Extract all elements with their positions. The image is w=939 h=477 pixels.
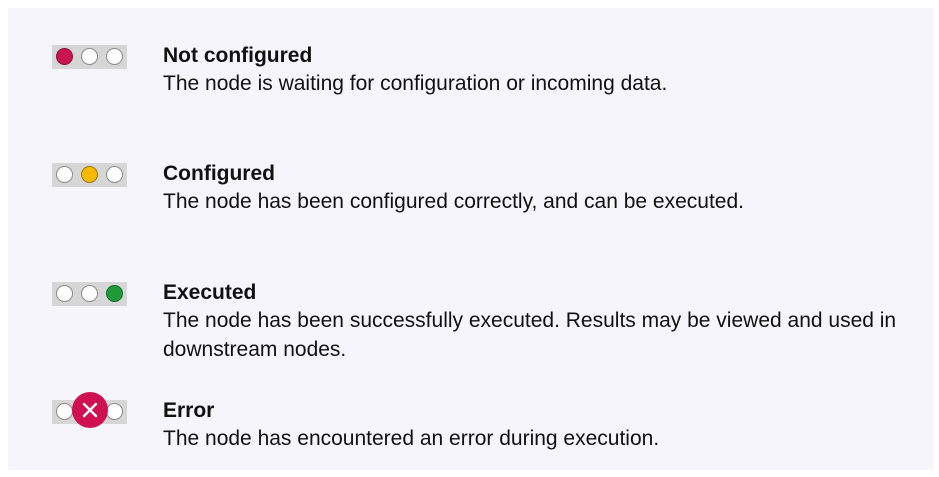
status-title: Not configured	[163, 44, 313, 67]
off-light-icon	[81, 48, 98, 65]
off-light-icon	[106, 48, 123, 65]
red-light-icon	[56, 48, 73, 65]
traffic-light-error-icon	[52, 392, 127, 428]
status-text: Error The node has encountered an error …	[163, 398, 923, 453]
off-light-icon	[106, 403, 123, 420]
traffic-light-red-icon	[52, 45, 127, 69]
status-title: Error	[163, 399, 215, 422]
traffic-light-green-icon	[52, 282, 127, 306]
status-text: Not configured The node is waiting for c…	[163, 43, 923, 98]
status-description: The node is waiting for configuration or…	[163, 72, 668, 95]
off-light-icon	[56, 166, 73, 183]
traffic-light-yellow-icon	[52, 163, 127, 187]
status-description: The node has encountered an error during…	[163, 427, 660, 450]
off-light-icon	[56, 403, 73, 420]
status-text: Executed The node has been successfully …	[163, 280, 923, 364]
off-light-icon	[56, 285, 73, 302]
node-status-legend: Not configured The node is waiting for c…	[8, 8, 934, 470]
status-description: The node has been configured correctly, …	[163, 190, 744, 213]
error-cross-icon	[72, 392, 108, 428]
status-description: The node has been successfully executed.…	[163, 309, 897, 361]
status-title: Configured	[163, 162, 275, 185]
off-light-icon	[81, 285, 98, 302]
yellow-light-icon	[81, 166, 98, 183]
off-light-icon	[106, 166, 123, 183]
status-text: Configured The node has been configured …	[163, 161, 923, 216]
green-light-icon	[106, 285, 123, 302]
status-title: Executed	[163, 281, 257, 304]
